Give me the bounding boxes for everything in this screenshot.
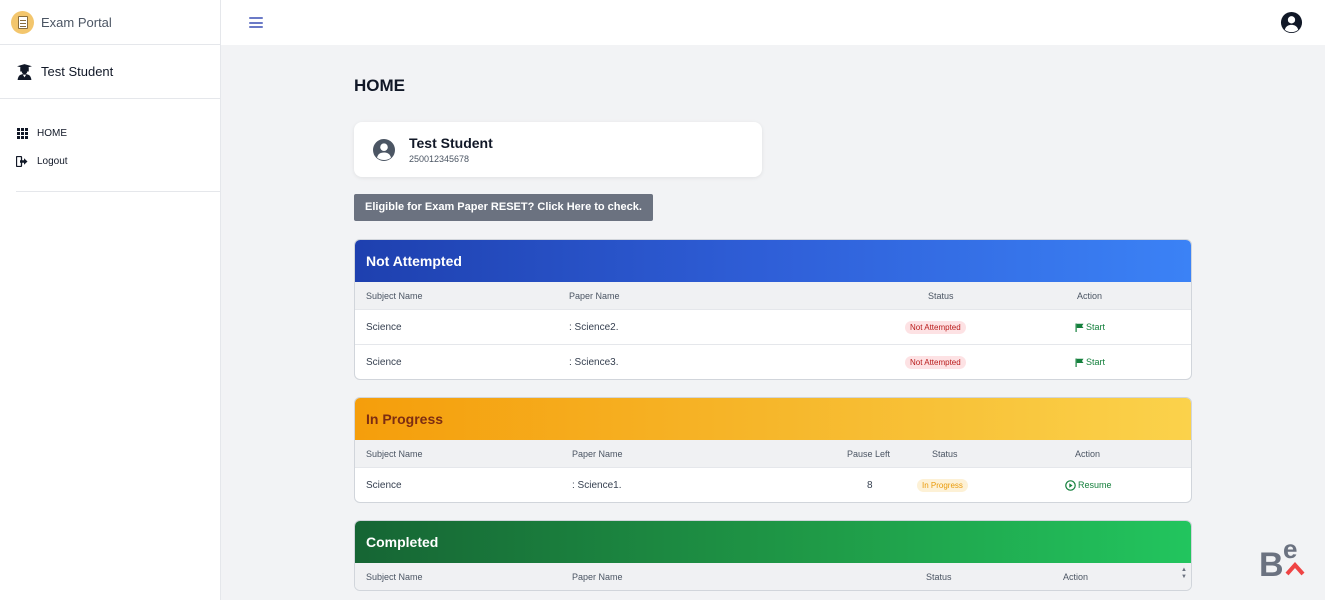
sidebar-item-label: HOME bbox=[37, 127, 67, 139]
svg-text:e: e bbox=[1283, 536, 1297, 564]
table-row: Science : Science1. 8 In Progress Resume bbox=[355, 467, 1191, 502]
sidebar: Exam Portal Test Student HOME Logout bbox=[0, 0, 221, 600]
col-paper: Paper Name bbox=[572, 571, 623, 582]
action-label: Start bbox=[1086, 322, 1106, 332]
flag-icon bbox=[1075, 323, 1084, 332]
sidebar-item-home[interactable]: HOME bbox=[16, 119, 220, 147]
pause-left-cell: 8 bbox=[867, 479, 873, 491]
status-badge: Not Attempted bbox=[905, 355, 966, 369]
section-title: Not Attempted bbox=[355, 240, 1191, 282]
subject-cell: Science bbox=[366, 356, 402, 368]
sidebar-item-label: Logout bbox=[37, 155, 68, 167]
col-status: Status bbox=[928, 290, 954, 301]
flag-icon bbox=[1075, 358, 1084, 367]
paper-cell: : Science1. bbox=[572, 479, 622, 491]
profile-id: 250012345678 bbox=[409, 154, 470, 164]
section-title: In Progress bbox=[355, 398, 1191, 440]
sidebar-user: Test Student bbox=[0, 45, 220, 99]
completed-section: Completed Subject Name Paper Name Status… bbox=[354, 520, 1192, 591]
sidebar-item-logout[interactable]: Logout bbox=[16, 147, 220, 175]
graduate-icon bbox=[17, 64, 32, 80]
paper-cell: : Science2. bbox=[569, 321, 619, 333]
table-row: Science : Science3. Not Attempted Start bbox=[355, 344, 1191, 379]
start-button[interactable]: Start bbox=[1075, 322, 1105, 332]
hamburger-icon[interactable] bbox=[249, 17, 263, 28]
col-paper: Paper Name bbox=[572, 448, 623, 459]
col-subject: Subject Name bbox=[366, 571, 423, 582]
watermark-logo: B e bbox=[1259, 536, 1305, 578]
col-action: Action bbox=[1077, 290, 1103, 301]
col-paper: Paper Name bbox=[569, 290, 620, 301]
col-action: Action bbox=[1075, 448, 1101, 459]
col-subject: Subject Name bbox=[366, 290, 423, 301]
brand[interactable]: Exam Portal bbox=[0, 0, 220, 45]
not-attempted-section: Not Attempted Subject Name Paper Name St… bbox=[354, 239, 1192, 380]
col-status: Status bbox=[926, 571, 952, 582]
subject-cell: Science bbox=[366, 321, 402, 333]
profile-name: Test Student bbox=[409, 135, 493, 151]
status-badge: Not Attempted bbox=[905, 320, 966, 334]
exam-logo-icon bbox=[11, 10, 34, 34]
sidebar-user-name: Test Student bbox=[41, 64, 114, 79]
grid-icon bbox=[16, 127, 28, 139]
action-label: Resume bbox=[1078, 480, 1112, 490]
col-status: Status bbox=[932, 448, 958, 459]
logout-icon bbox=[16, 155, 28, 167]
account-icon[interactable] bbox=[1280, 11, 1303, 34]
table-header: Subject Name Paper Name Status Action bbox=[355, 282, 1191, 309]
sidebar-nav: HOME Logout bbox=[16, 99, 220, 192]
exam-reset-button[interactable]: Eligible for Exam Paper RESET? Click Her… bbox=[354, 194, 653, 221]
page-title: HOME bbox=[354, 76, 405, 95]
col-subject: Subject Name bbox=[366, 448, 423, 459]
scroll-arrows-icon[interactable]: ▲ ▼ bbox=[1181, 567, 1187, 581]
table-header: Subject Name Paper Name Pause Left Statu… bbox=[355, 440, 1191, 467]
start-button[interactable]: Start bbox=[1075, 357, 1105, 367]
svg-text:B: B bbox=[1259, 546, 1284, 578]
in-progress-section: In Progress Subject Name Paper Name Paus… bbox=[354, 397, 1192, 503]
subject-cell: Science bbox=[366, 479, 402, 491]
profile-card: Test Student 250012345678 bbox=[354, 122, 762, 177]
section-title: Completed bbox=[355, 521, 1191, 563]
col-pause-left: Pause Left bbox=[847, 448, 891, 459]
table-header: Subject Name Paper Name Status Action ▲ ▼ bbox=[355, 563, 1191, 590]
table-row: Science : Science2. Not Attempted Start bbox=[355, 309, 1191, 344]
action-label: Start bbox=[1086, 357, 1106, 367]
status-badge: In Progress bbox=[917, 478, 968, 492]
app-title: Exam Portal bbox=[41, 14, 112, 30]
user-circle-icon bbox=[373, 138, 395, 161]
col-action: Action bbox=[1063, 571, 1089, 582]
play-circle-icon bbox=[1065, 479, 1076, 491]
topbar bbox=[221, 0, 1325, 45]
paper-cell: : Science3. bbox=[569, 356, 619, 368]
resume-button[interactable]: Resume bbox=[1065, 479, 1112, 491]
main-content: HOME Test Student 250012345678 Eligible … bbox=[354, 45, 1192, 591]
